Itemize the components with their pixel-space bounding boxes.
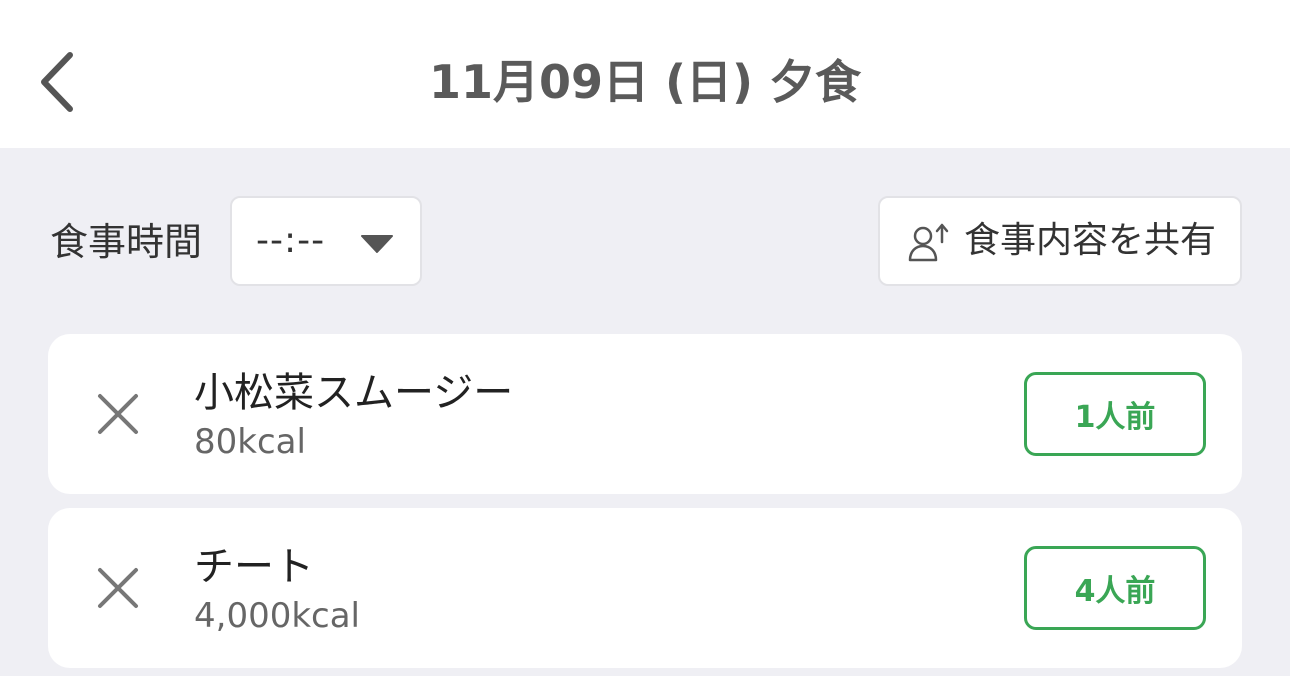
close-icon[interactable] [92,562,144,614]
close-icon[interactable] [92,388,144,440]
meal-time-value: --:-- [256,220,326,261]
food-calories: 80kcal [194,422,306,462]
header: 11月09日 (日) 夕食 [0,0,1290,148]
serving-button[interactable]: 4人前 [1024,546,1206,630]
share-meal-button[interactable]: 食事内容を共有 [878,196,1242,286]
caret-down-icon [361,235,393,253]
food-calories: 4,000kcal [194,596,360,636]
food-item: チート 4,000kcal 4人前 [48,508,1242,668]
food-name: 小松菜スムージー [194,370,514,416]
person-share-icon [908,223,949,262]
share-meal-label: 食事内容を共有 [964,220,1217,261]
serving-button[interactable]: 1人前 [1024,372,1206,456]
meal-time-select[interactable]: --:-- [230,196,422,286]
food-name: チート [194,544,314,590]
meal-time-label: 食事時間 [50,220,203,264]
food-item: 小松菜スムージー 80kcal 1人前 [48,334,1242,494]
page-title: 11月09日 (日) 夕食 [428,55,862,109]
